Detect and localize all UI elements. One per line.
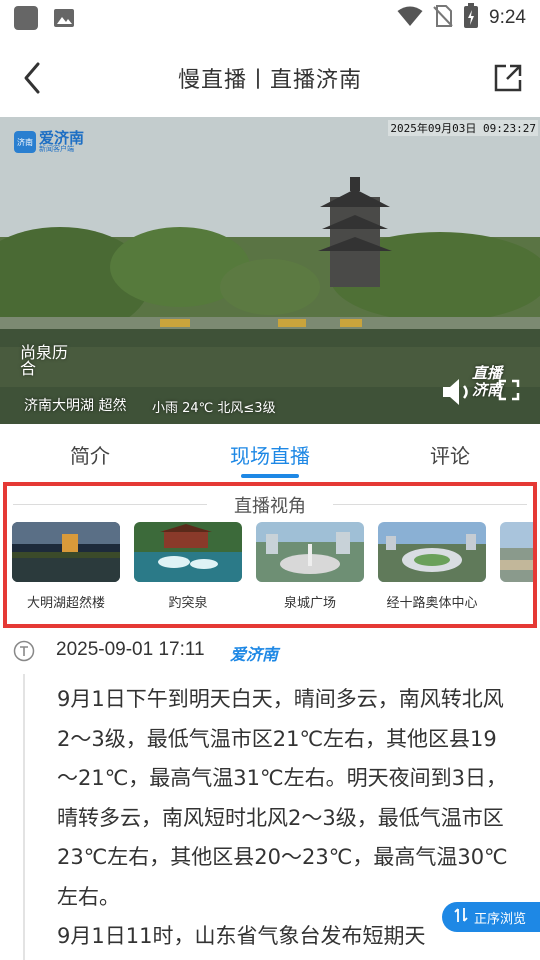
wifi-icon [397,5,423,31]
calligraphy-seal: 尚泉历合 [20,343,69,378]
angle-label: 泉城广场 [283,596,336,611]
nav-bar: 慢直播丨直播济南 [0,40,540,116]
live-angles-header: 直播视角 [7,492,533,517]
post-paragraph: 9月1日下午到明天白天，晴间多云，南风转北风2～3级，最低气温市区21℃左右，其… [57,687,508,909]
sort-order-button[interactable]: 正序浏览 [442,902,540,932]
divider [333,504,527,505]
share-icon[interactable] [492,62,524,94]
tab-live[interactable]: 现场直播 [180,424,360,482]
live-video-player[interactable]: 2025年09月03日 09:23:27 济南 爱济南 新闻客户端 尚泉历合 济… [0,117,540,424]
video-location-caption: 济南大明湖 超然 [24,398,127,414]
video-timestamp: 2025年09月03日 09:23:27 [388,120,538,136]
angle-item-baotuquan[interactable]: 趵突泉 [134,522,242,611]
angle-thumbnail [500,522,533,582]
post-paragraph: 9月1日11时，山东省气象台发布短期天 [57,924,426,948]
app-icon [14,6,38,30]
status-icons: 9:24 [397,3,526,33]
angle-thumbnail [12,522,120,582]
video-weather-caption: 小雨 24℃ 北风≤3级 [152,401,276,416]
angle-label: 黄河 [500,592,533,611]
brand-logo: 济南 爱济南 新闻客户端 [14,129,84,155]
angle-item-daminghu[interactable]: 大明湖超然楼 [12,522,120,611]
tab-intro[interactable]: 简介 [0,424,180,482]
sort-order-label: 正序浏览 [474,911,527,927]
timeline-line [23,674,25,960]
angle-thumbnail [134,522,242,582]
clock: 9:24 [489,7,526,28]
fullscreen-icon[interactable] [498,379,520,401]
brand-logo-box: 济南 [14,131,36,153]
page-title: 慢直播丨直播济南 [177,68,362,93]
tab-bar: 简介 现场直播 评论 [0,424,540,482]
no-sim-icon [433,4,453,32]
angle-thumbnail [378,522,486,582]
angle-item-huanghe[interactable]: 黄河 [500,522,533,611]
volume-icon[interactable] [440,375,474,409]
battery-charging-icon [463,3,479,33]
post-source: 爱济南 [230,645,279,664]
live-angles-title: 直播视角 [234,496,306,517]
image-icon [52,6,76,30]
angle-item-jingshilu[interactable]: 经十路奥体中心 [378,522,486,611]
sort-icon [454,907,468,927]
live-angles-section: 直播视角 大明湖超然楼 趵突泉 泉城广场 经十路奥体中心 黄河 [3,482,537,628]
status-bar: 9:24 [0,0,540,36]
post-timestamp: 2025-09-01 17:11 [56,639,205,660]
brand-logo-text: 爱济南 [39,129,85,147]
tab-comments[interactable]: 评论 [360,424,540,482]
text-icon [13,640,35,662]
angle-label: 经十路奥体中心 [386,596,478,611]
angle-label: 趵突泉 [168,596,208,611]
angle-thumbnail [256,522,364,582]
angle-label: 大明湖超然楼 [26,596,105,611]
angle-item-quanchengguangchang[interactable]: 泉城广场 [256,522,364,611]
